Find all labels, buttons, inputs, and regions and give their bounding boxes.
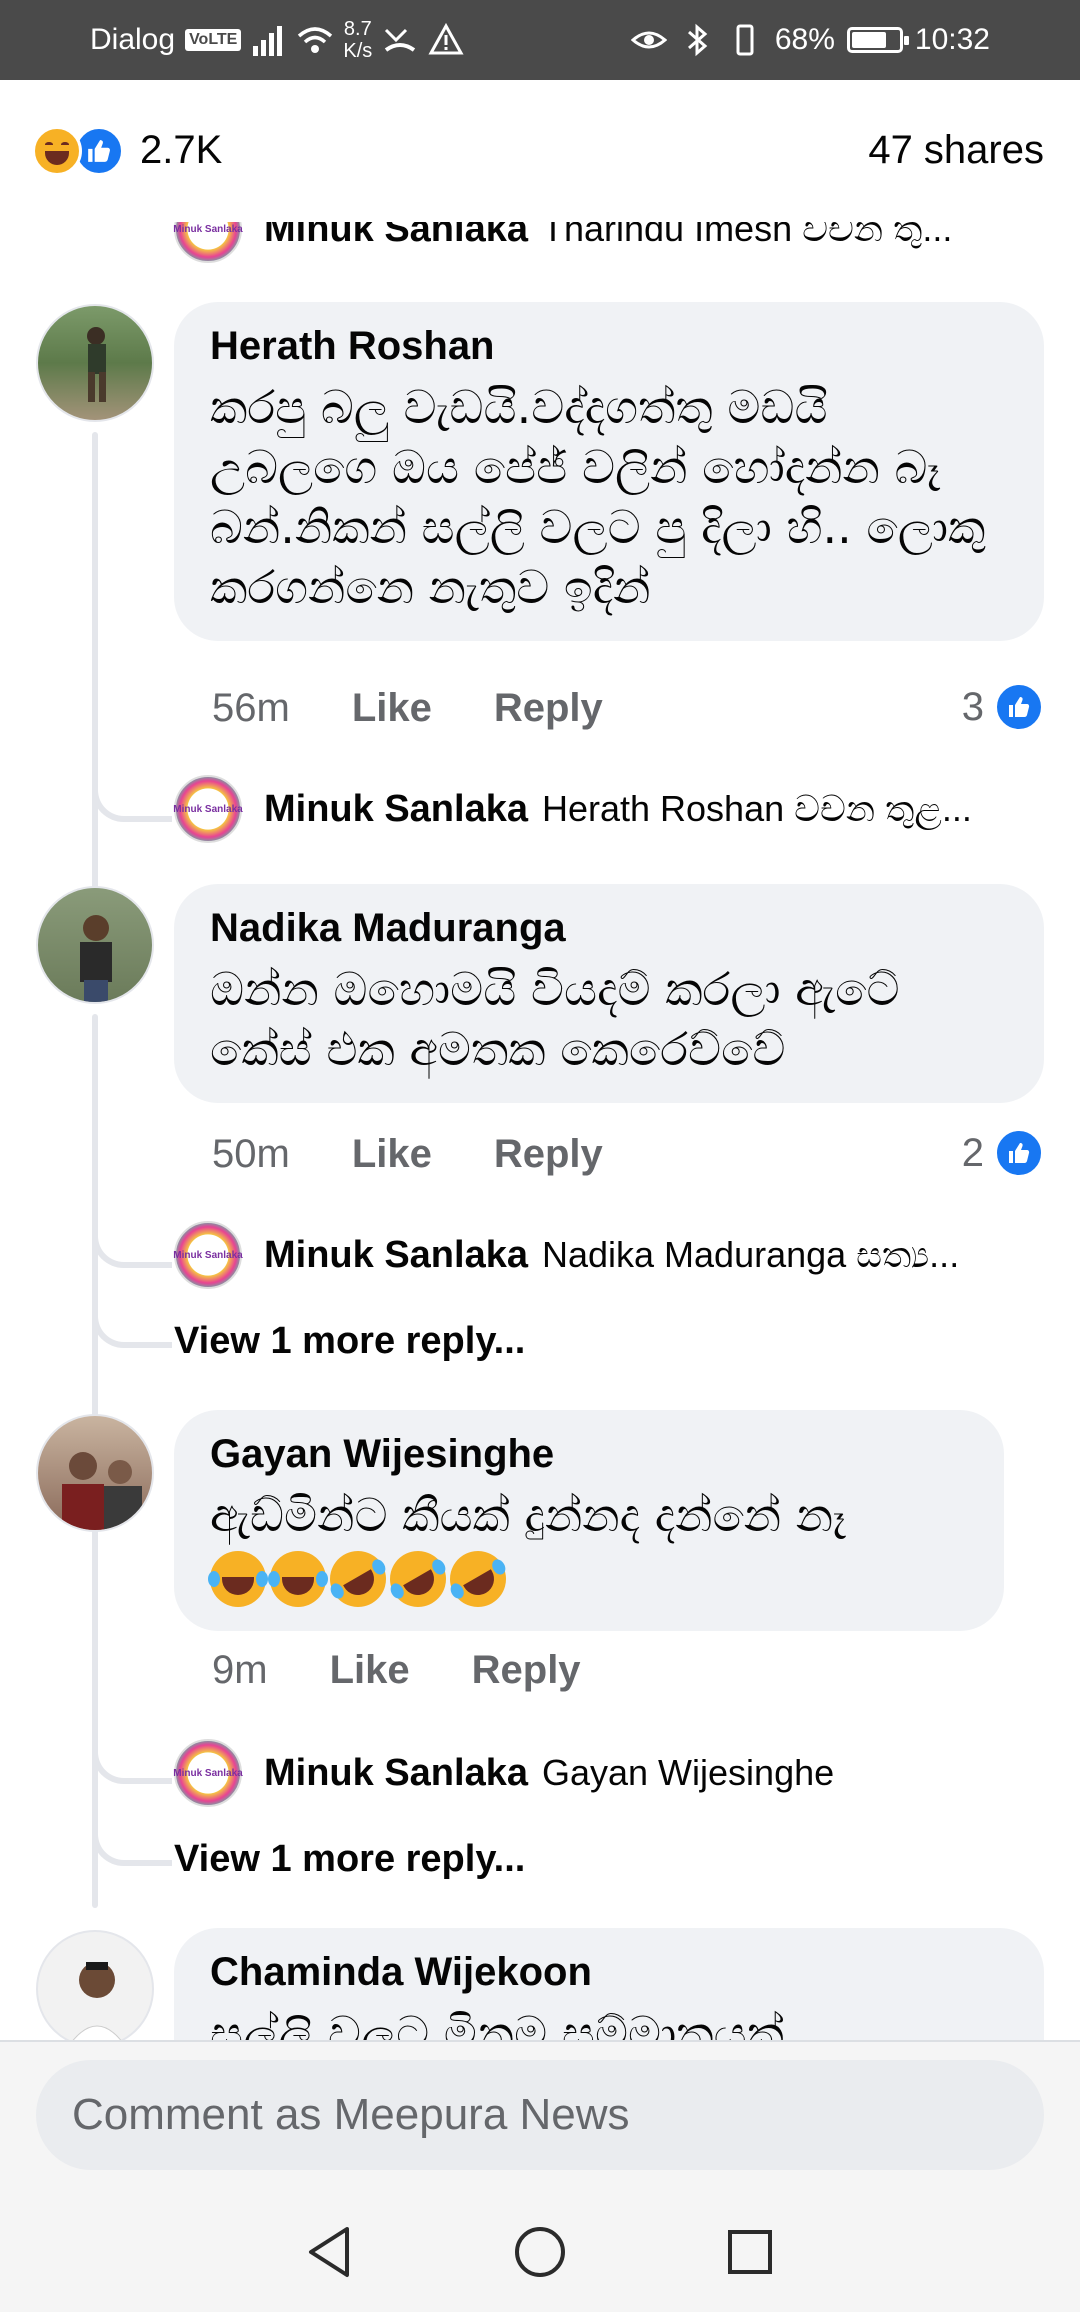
emoji-row [208,1540,968,1618]
comment-author[interactable]: Nadika Maduranga [210,906,1008,951]
comment-bubble[interactable]: Gayan Wijesinghe ඇඩ්මින්ට කීයක් දුන්නද ද… [174,1410,1004,1631]
like-button[interactable]: Like [352,1132,432,1177]
rofl-icon [379,1540,457,1618]
reply-text: Herath Roshan වචන තුළ... [541,787,972,829]
reply-author: Minuk Sanlaka [264,787,528,830]
comment-reactions[interactable]: 2 [962,1128,1044,1178]
carrier-label: Dialog [90,23,176,56]
battery-icon [846,27,909,53]
reply-avatar: Minuk Sanlaka [173,775,243,843]
previous-reply-preview[interactable]: Minuk Sanlaka Minuk Sanlaka Tharindu Ime… [173,222,953,266]
comment-author[interactable]: Chaminda Wijekoon [210,1950,1008,1995]
comment-reaction-count: 2 [961,1130,984,1175]
comment-text: ඇඩ්මින්ට කීයක් දුන්නද දන්නේ නෑ [210,1488,846,1542]
like-button[interactable]: Like [352,686,432,731]
avatar-brand-text: Minuk Sanlaka [173,223,243,235]
avatar[interactable] [36,304,154,422]
bluetooth-icon [687,23,708,57]
net-speed: 8.7 K/s [343,18,372,62]
home-icon[interactable] [510,2222,570,2282]
haha-icon [32,126,82,176]
view-more-replies[interactable]: View 1 more reply... [174,1320,525,1363]
system-nav-bar [0,2192,1080,2312]
comment-actions: 50m Like Reply [212,1132,603,1177]
post-stats-bar: 2.7K 47 shares [0,80,1080,222]
warning-icon [428,22,464,55]
rofl-icon [319,1540,397,1618]
clock: 10:32 [914,23,990,56]
battery-fill [851,32,886,48]
joy-icon [268,1551,328,1607]
thread-connector [92,1202,172,1268]
recents-icon[interactable] [720,2222,780,2282]
comment-time[interactable]: 9m [212,1648,268,1693]
reply-preview[interactable]: Minuk Sanlaka Minuk Sanlaka Nadika Madur… [173,1218,960,1292]
comment-input[interactable] [36,2060,1044,2170]
missed-call-icon [385,28,416,52]
avatar[interactable] [36,1414,154,1532]
reply-author: Minuk Sanlaka [264,222,528,250]
reply-author: Minuk Sanlaka [264,1751,528,1794]
avatar-brand-text: Minuk Sanlaka [173,1767,243,1779]
comment-text: කරපු බලු වැඩයි.වද්දගත්තු මඩයි උබලගෙ ඔය ප… [210,380,986,614]
comment-actions: 9m Like Reply [212,1648,581,1693]
status-right: 68% 10:32 [630,0,990,80]
volte-badge: VoLTE [185,29,242,51]
comment-bubble[interactable]: Nadika Maduranga ඔන්න ඔහොමයි වියදම් කරලා… [174,884,1044,1103]
signal-icon [253,26,283,56]
thread-connector [92,1282,172,1348]
avatar-brand-text: Minuk Sanlaka [173,1249,243,1261]
back-icon[interactable] [300,2222,360,2282]
avatar[interactable] [36,1930,154,2040]
comment-reaction-count: 3 [961,684,984,729]
reply-text: Nadika Maduranga සත්‍ය... [541,1233,960,1275]
reply-author: Minuk Sanlaka [264,1233,528,1276]
reply-avatar: Minuk Sanlaka [173,222,243,263]
vibrate-icon [736,24,754,56]
status-left: Dialog VoLTE 8.7 K/s [90,0,464,80]
rofl-icon [439,1540,517,1618]
thread-connector [92,1720,172,1784]
reply-avatar: Minuk Sanlaka [173,1221,243,1289]
comment-bubble[interactable]: Chaminda Wijekoon සල්ලි වලට මිනුම සම්මාත… [174,1928,1044,2040]
comment-composer [0,2042,1080,2312]
net-speed-value: 8.7 [343,18,372,40]
reaction-icons[interactable] [32,126,124,176]
reply-preview[interactable]: Minuk Sanlaka Minuk Sanlaka Herath Rosha… [173,772,972,846]
like-button[interactable]: Like [330,1648,410,1693]
wifi-icon [298,27,333,53]
joy-icon [208,1551,268,1607]
thread-connector [92,1800,172,1866]
avatar-brand-text: Minuk Sanlaka [173,803,243,815]
eye-icon [630,31,667,49]
comments-feed[interactable]: Minuk Sanlaka Minuk Sanlaka Tharindu Ime… [0,222,1080,2040]
like-icon [994,1128,1044,1178]
reply-avatar: Minuk Sanlaka [173,1739,243,1807]
reaction-count[interactable]: 2.7K [140,128,222,173]
comment-time[interactable]: 56m [212,686,290,731]
battery-percent: 68% [774,23,835,56]
shares-count[interactable]: 47 shares [868,128,1044,173]
comment-author[interactable]: Gayan Wijesinghe [210,1432,968,1477]
comment-author[interactable]: Herath Roshan [210,324,1008,369]
reply-button[interactable]: Reply [472,1648,581,1693]
comment-text: ඔන්න ඔහොමයි වියදම් කරලා ඇටේ කේස් එක අමතක… [210,962,900,1076]
reply-button[interactable]: Reply [494,1132,603,1177]
view-more-replies[interactable]: View 1 more reply... [174,1838,525,1881]
comment-actions: 56m Like Reply [212,686,603,731]
comment-text: සල්ලි වලට මිනුම සම්මාතයක් [210,2006,785,2040]
comment-time[interactable]: 50m [212,1132,290,1177]
like-icon [994,682,1044,732]
comment-bubble[interactable]: Herath Roshan කරපු බලු වැඩයි.වද්දගත්තු ම… [174,302,1044,641]
reply-text: Gayan Wijesinghe [541,1752,835,1793]
net-speed-unit: K/s [343,40,373,62]
status-bar: Dialog VoLTE 8.7 K/s 68% 10:32 [0,0,1080,80]
reply-button[interactable]: Reply [494,686,603,731]
comment-reactions[interactable]: 3 [962,682,1044,732]
avatar[interactable] [36,886,154,1004]
thread-connector [92,762,172,822]
reply-preview[interactable]: Minuk Sanlaka Minuk Sanlaka Gayan Wijesi… [173,1736,835,1810]
reply-text: Tharindu Imesh වචන තු... [541,222,953,249]
